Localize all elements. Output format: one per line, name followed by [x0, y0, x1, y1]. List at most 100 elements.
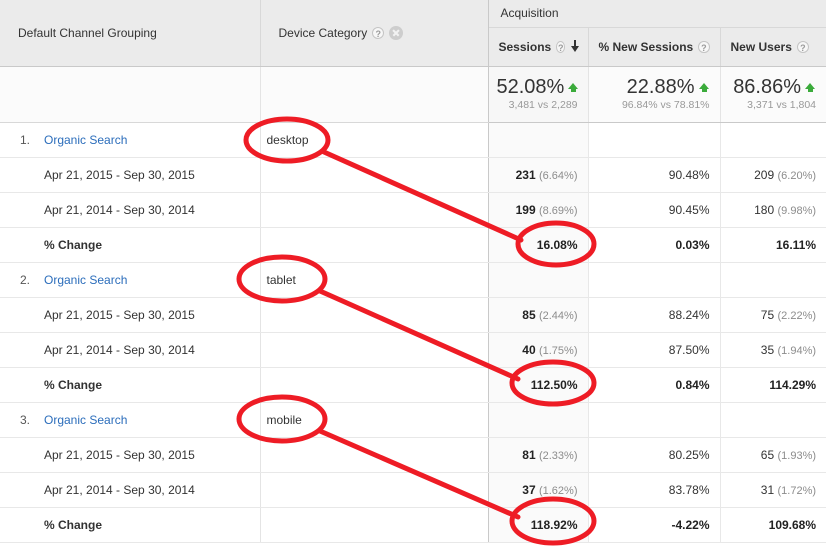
row-device-cell-empty: [260, 227, 489, 263]
row-new-users-cell: 180 (9.98%): [719, 192, 826, 228]
summary-value-new-sessions: 22.88%: [597, 76, 710, 98]
summary-blank-dim1: [0, 66, 261, 123]
help-icon-sessions[interactable]: ?: [556, 40, 566, 53]
new-users-value: 31: [760, 482, 775, 497]
table-row[interactable]: Apr 21, 2014 - Sep 30, 2014 199 (8.69%) …: [0, 192, 826, 228]
row-channel-cell: 3. Organic Search: [0, 402, 261, 438]
table-row[interactable]: Apr 21, 2014 - Sep 30, 2014 40 (1.75%) 8…: [0, 332, 826, 368]
remove-dimension-icon[interactable]: [389, 25, 404, 40]
new-users-percent: (1.94%): [777, 344, 817, 357]
sessions-value: 81: [522, 447, 536, 462]
trend-up-arrow-icon: [568, 82, 579, 93]
new-users-change-value: 109.68%: [768, 517, 817, 532]
new-users-value: 75: [760, 307, 775, 322]
row-sessions-cell: 81 (2.33%): [488, 437, 588, 473]
row-sessions-cell: 85 (2.44%): [488, 297, 588, 333]
column-header-label: Sessions: [498, 39, 552, 54]
sessions-percent: (8.69%): [538, 204, 578, 217]
new-sessions-value: 88.24%: [668, 307, 710, 322]
row-sessions-cell: 231 (6.64%): [488, 157, 588, 193]
period-label-current: Apr 21, 2015 - Sep 30, 2015: [44, 307, 195, 322]
row-new-users-cell: [719, 122, 826, 158]
row-period-cell: Apr 21, 2015 - Sep 30, 2015: [0, 437, 261, 473]
channel-link[interactable]: Organic Search: [44, 413, 127, 427]
channel-link[interactable]: Organic Search: [44, 133, 127, 147]
new-users-percent: (1.72%): [777, 484, 817, 497]
row-sessions-change-cell: 118.92%: [488, 507, 588, 543]
table-row[interactable]: Apr 21, 2015 - Sep 30, 2015 85 (2.44%) 8…: [0, 297, 826, 333]
sort-descending-arrow-icon[interactable]: [570, 40, 580, 53]
new-sessions-change-value: 0.84%: [675, 377, 710, 392]
table-row[interactable]: % Change 118.92% -4.22% 109.68%: [0, 507, 826, 543]
help-icon-device-category[interactable]: ?: [372, 26, 385, 39]
row-sessions-cell: 37 (1.62%): [488, 472, 588, 508]
sessions-value: 85: [522, 307, 536, 322]
row-index: 1.: [19, 132, 30, 147]
row-new-sessions-cell: [587, 122, 720, 158]
new-users-percent: (6.20%): [777, 169, 817, 182]
row-new-sessions-cell: 80.25%: [587, 437, 720, 473]
summary-blank-dim2: [260, 66, 489, 123]
row-period-cell: Apr 21, 2014 - Sep 30, 2014: [0, 472, 261, 508]
row-new-sessions-cell: 90.48%: [587, 157, 720, 193]
column-header-new-users[interactable]: New Users ?: [719, 27, 826, 67]
summary-comparison-sessions: 3,481 vs 2,289: [508, 99, 578, 111]
row-device-cell-empty: [260, 332, 489, 368]
sessions-percent: (2.33%): [538, 449, 578, 462]
help-icon-new-users[interactable]: ?: [796, 40, 809, 53]
row-index: 3.: [19, 412, 30, 427]
row-period-cell: Apr 21, 2015 - Sep 30, 2015: [0, 297, 261, 333]
row-new-users-cell: 35 (1.94%): [719, 332, 826, 368]
dimension-header-label: Device Category: [278, 25, 368, 40]
sessions-change-value: 118.92%: [530, 517, 578, 532]
row-new-sessions-cell: [587, 262, 720, 298]
table-row[interactable]: Apr 21, 2014 - Sep 30, 2014 37 (1.62%) 8…: [0, 472, 826, 508]
table-row[interactable]: % Change 112.50% 0.84% 114.29%: [0, 367, 826, 403]
new-users-percent: (1.93%): [777, 449, 817, 462]
new-sessions-value: 87.50%: [668, 342, 710, 357]
row-device-cell-empty: [260, 437, 489, 473]
help-icon-new-sessions[interactable]: ?: [698, 40, 710, 53]
row-device-cell-empty: [260, 297, 489, 333]
summary-value-sessions: 52.08%: [497, 76, 579, 98]
row-new-users-cell: 75 (2.22%): [719, 297, 826, 333]
table-row[interactable]: Apr 21, 2015 - Sep 30, 2015 231 (6.64%) …: [0, 157, 826, 193]
google-analytics-report-table: Default Channel Grouping Device Category…: [0, 0, 826, 549]
new-sessions-value: 83.78%: [668, 482, 710, 497]
period-label-previous: Apr 21, 2014 - Sep 30, 2014: [44, 342, 195, 357]
row-new-users-cell: 65 (1.93%): [719, 437, 826, 473]
dimension-header-label: Default Channel Grouping: [18, 25, 157, 40]
table-row[interactable]: % Change 16.08% 0.03% 16.11%: [0, 227, 826, 263]
table-row[interactable]: Apr 21, 2015 - Sep 30, 2015 81 (2.33%) 8…: [0, 437, 826, 473]
period-label-previous: Apr 21, 2014 - Sep 30, 2014: [44, 202, 195, 217]
trend-up-arrow-icon: [805, 82, 816, 93]
change-label: % Change: [44, 517, 103, 532]
row-period-cell: Apr 21, 2015 - Sep 30, 2015: [0, 157, 261, 193]
dimension-header-default-channel-grouping[interactable]: Default Channel Grouping: [0, 0, 261, 67]
acquisition-report-table: Default Channel Grouping Device Category…: [0, 0, 826, 543]
channel-link[interactable]: Organic Search: [44, 273, 127, 287]
row-sessions-cell: 199 (8.69%): [488, 192, 588, 228]
row-new-sessions-change-cell: 0.03%: [587, 227, 720, 263]
column-header-new-sessions[interactable]: % New Sessions ?: [587, 27, 720, 67]
row-sessions-change-cell: 112.50%: [488, 367, 588, 403]
new-sessions-value: 80.25%: [668, 447, 710, 462]
acquisition-group-header: Acquisition: [487, 0, 826, 28]
table-row[interactable]: 1. Organic Search desktop: [0, 122, 826, 158]
change-label: % Change: [44, 377, 103, 392]
acquisition-label: Acquisition: [500, 6, 559, 21]
table-row[interactable]: 3. Organic Search mobile: [0, 402, 826, 438]
table-row[interactable]: 2. Organic Search tablet: [0, 262, 826, 298]
row-new-sessions-change-cell: -4.22%: [587, 507, 720, 543]
new-sessions-value: 90.45%: [668, 202, 710, 217]
row-sessions-cell: 40 (1.75%): [488, 332, 588, 368]
row-new-sessions-cell: 83.78%: [587, 472, 720, 508]
sessions-change-value: 16.08%: [536, 237, 578, 252]
column-header-label: % New Sessions: [598, 39, 694, 54]
trend-up-arrow-icon: [698, 82, 710, 93]
dimension-header-device-category[interactable]: Device Category ?: [260, 0, 489, 67]
column-header-sessions[interactable]: Sessions ?: [488, 27, 588, 67]
row-device-cell-empty: [260, 472, 489, 508]
row-sessions-cell: [488, 262, 588, 298]
device-value: desktop: [266, 132, 309, 147]
